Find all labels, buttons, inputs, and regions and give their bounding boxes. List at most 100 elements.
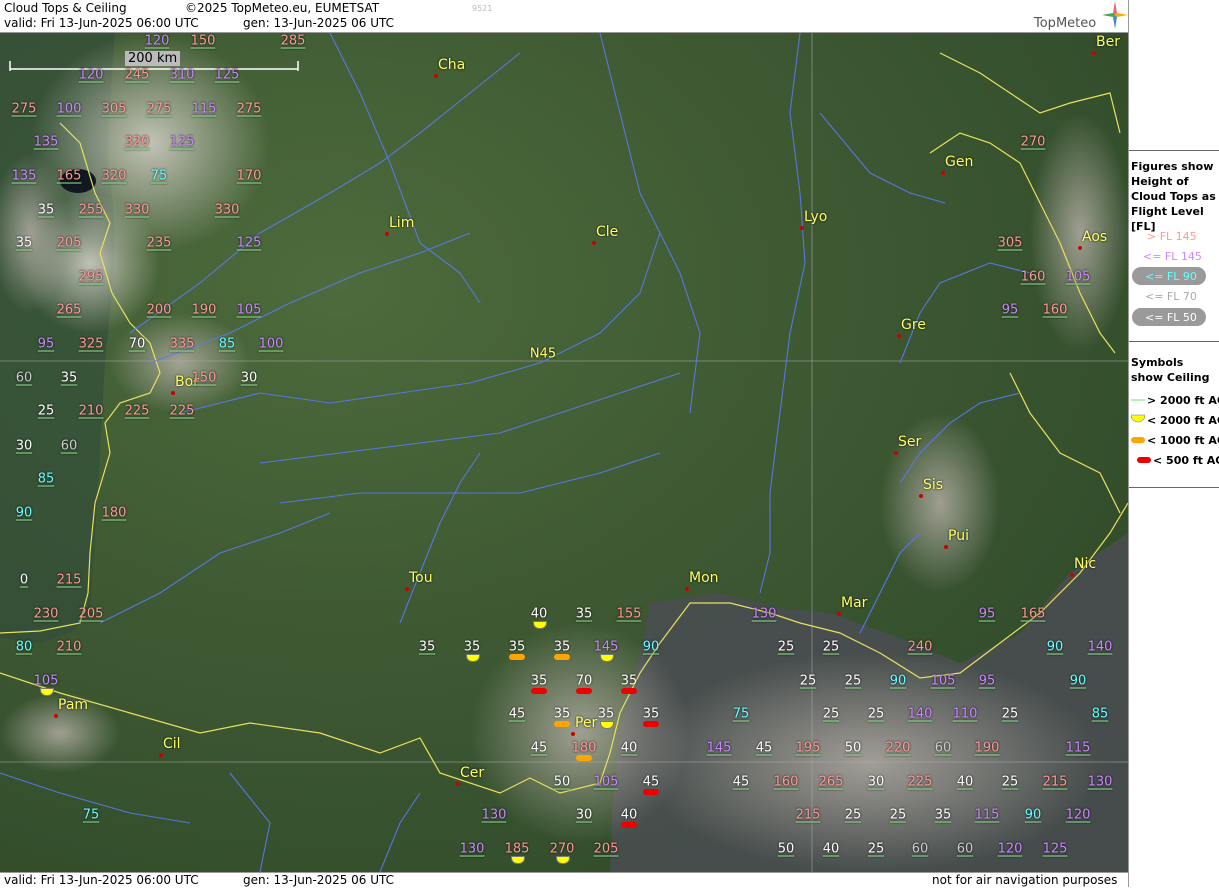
cloud-top-value: 225 [124, 403, 150, 419]
cloud-top-value: 35 [642, 706, 660, 722]
city-marker [944, 545, 948, 549]
cloud-top-value: 40 [956, 774, 974, 790]
cloud-top-value: 75 [150, 168, 168, 184]
cloud-top-value: 60 [911, 841, 929, 857]
ceiling-above-2000-symbol [1131, 399, 1145, 401]
cloud-top-value: 35 [934, 807, 952, 823]
city-label: Mar [841, 595, 868, 611]
cloud-top-value: 320 [101, 168, 127, 184]
ceiling-symbol [509, 654, 525, 660]
cloud-top-value: 40 [620, 740, 638, 756]
cloud-top-value: 125 [236, 235, 262, 251]
legend-ceiling-below-2000: < 2000 ft AGL [1147, 414, 1219, 427]
cloud-top-value: 240 [907, 639, 933, 655]
compass-rose-icon [1102, 1, 1128, 29]
copyright: ©2025 TopMeteo.eu, EUMETSAT [185, 1, 380, 15]
cloud-top-value: 170 [236, 168, 262, 184]
city-marker [1078, 246, 1082, 250]
cloud-top-value: 30 [575, 807, 593, 823]
ceiling-symbol [621, 688, 637, 694]
cloud-top-value: 35 [620, 673, 638, 689]
cloud-top-value: 195 [795, 740, 821, 756]
cloud-top-value: 105 [1065, 269, 1091, 285]
cloud-top-value: 90 [642, 639, 660, 655]
cloud-top-value: 120 [1065, 807, 1091, 823]
ceiling-symbol [531, 688, 547, 694]
cloud-top-value: 50 [844, 740, 862, 756]
city-marker [919, 494, 923, 498]
cloud-top-value: 25 [799, 673, 817, 689]
cloud-top-value: 95 [1001, 302, 1019, 318]
cloud-top-value: 110 [952, 706, 978, 722]
cloud-top-value: 40 [822, 841, 840, 857]
gridline-label: N45 [529, 346, 557, 362]
cloud-top-value: 35 [15, 235, 33, 251]
cloud-top-value: 25 [844, 673, 862, 689]
city-label: Aos [1082, 229, 1108, 245]
footer-disclaimer: not for air navigation purposes [932, 873, 1118, 887]
city-label: Ber [1096, 34, 1120, 50]
cloud-top-value: 25 [822, 639, 840, 655]
cloud-top-value: 245 [124, 67, 150, 83]
city-marker [1092, 51, 1096, 55]
cloud-top-value: 35 [60, 370, 78, 386]
figures-legend-title: Figures show Height of Cloud Tops as Fli… [1131, 160, 1216, 233]
cloud-top-value: 265 [56, 302, 82, 318]
cloud-top-value: 85 [1091, 706, 1109, 722]
cloud-top-value: 25 [844, 807, 862, 823]
cloud-top-value: 105 [930, 673, 956, 689]
cloud-top-value: 25 [822, 706, 840, 722]
city-label: Cil [163, 736, 181, 752]
cloud-top-value: 180 [571, 740, 597, 756]
cloud-top-value: 270 [1020, 134, 1046, 150]
cloud-top-value: 25 [1001, 774, 1019, 790]
cloud-top-value: 145 [706, 740, 732, 756]
ceiling-symbol [576, 755, 592, 761]
cloud-top-value: 25 [889, 807, 907, 823]
cloud-top-value: 35 [530, 673, 548, 689]
cloud-top-value: 185 [504, 841, 530, 857]
city-marker [1070, 573, 1074, 577]
city-label: Gre [901, 317, 926, 333]
cloud-top-value: 130 [751, 606, 777, 622]
cloud-top-value: 95 [978, 673, 996, 689]
city-label: Pui [948, 528, 969, 544]
cloud-top-value: 265 [818, 774, 844, 790]
cloud-top-value: 30 [15, 438, 33, 454]
cloud-top-value: 75 [732, 706, 750, 722]
cloud-top-value: 120 [997, 841, 1023, 857]
cloud-top-value: 85 [218, 336, 236, 352]
cloud-top-value: 50 [553, 774, 571, 790]
city-label: Gen [945, 154, 974, 170]
cloud-top-value: 275 [146, 101, 172, 117]
cloud-top-value: 120 [144, 33, 170, 49]
city-label: Nic [1074, 556, 1097, 572]
cloud-top-value: 230 [33, 606, 59, 622]
cloud-top-value: 30 [240, 370, 258, 386]
cloud-top-value: 140 [1087, 639, 1113, 655]
city-label: Cer [460, 765, 485, 781]
cloud-top-value: 70 [128, 336, 146, 352]
city-marker [159, 753, 163, 757]
cloud-top-value: 285 [280, 33, 306, 49]
cloud-top-value: 100 [258, 336, 284, 352]
city-label: Per [575, 715, 598, 731]
legend-fl-70: <= FL 70 [1145, 290, 1197, 303]
city-label: Tou [409, 570, 433, 586]
cloud-top-value: 165 [1020, 606, 1046, 622]
city-marker [571, 732, 575, 736]
satellite-map[interactable]: 200 km N45 Cha Lim Cle Lyo Gen Ber Aos Gre Bor Se… [0, 33, 1128, 872]
city-label: Lyo [804, 209, 828, 225]
ceiling-below-1000-symbol [1131, 437, 1145, 443]
legend-fl-50: <= FL 50 [1145, 311, 1197, 324]
city-marker [592, 241, 596, 245]
cloud-top-value: 215 [56, 572, 82, 588]
cloud-top-value: 125 [214, 67, 240, 83]
city-marker [894, 451, 898, 455]
cloud-top-value: 105 [236, 302, 262, 318]
cloud-top-value: 60 [15, 370, 33, 386]
cloud-top-value: 45 [642, 774, 660, 790]
cloud-top-value: 75 [82, 807, 100, 823]
cloud-top-value: 310 [169, 67, 195, 83]
cloud-top-value: 45 [732, 774, 750, 790]
